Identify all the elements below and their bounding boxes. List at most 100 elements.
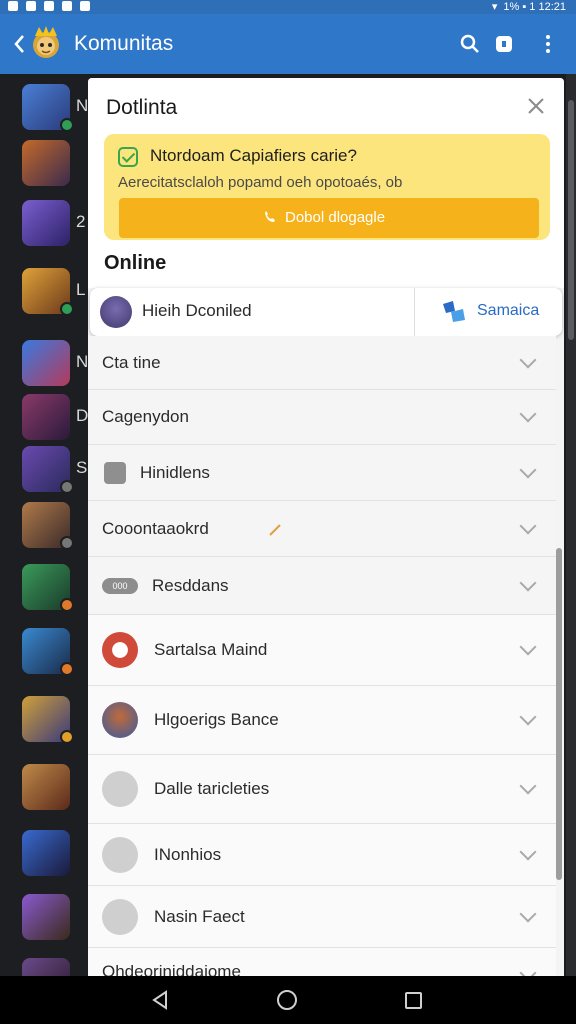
checkbox-icon [118, 147, 138, 167]
list-item[interactable]: Cooontaaokrd [88, 501, 556, 557]
status-notification-icons [8, 1, 90, 11]
panel-scrollbar-thumb[interactable] [556, 548, 562, 880]
badge [60, 598, 74, 612]
pencil-icon [269, 524, 281, 536]
status-bar: ▾ 1% ▪ 1 ⁣12:21 [0, 0, 576, 14]
page-title: Komunitas [74, 32, 174, 55]
nav-home-icon[interactable] [277, 990, 297, 1010]
status-text: 1% ▪ 1 ⁣12:21 [503, 0, 566, 13]
community-list: N 2 L N D S [0, 74, 90, 976]
chevron-down-icon [519, 964, 537, 976]
chevron-down-icon [519, 574, 537, 591]
list-item[interactable]: Cagenydon [88, 390, 556, 445]
chevron-down-icon [519, 777, 537, 795]
chevron-box-icon [104, 461, 126, 484]
panel-header: Dotlinta Ntordoam Capiafiers carie? Aere… [88, 78, 564, 288]
community-avatar[interactable] [22, 200, 70, 246]
back-arrow-icon[interactable] [12, 33, 26, 55]
chevron-down-icon [519, 405, 537, 423]
close-icon[interactable] [526, 96, 546, 116]
list-item-label: Hinidlens [140, 462, 210, 482]
notification-icon [44, 1, 54, 11]
chevron-down-icon [519, 351, 537, 368]
status-badge: 000 [102, 577, 138, 594]
online-user-action-button[interactable]: Samaica [414, 288, 562, 336]
list-item-label: Ohdeoriniddaiome [102, 962, 241, 976]
list-item-label: Dalle taricleties [154, 779, 270, 798]
community-avatar[interactable] [22, 894, 70, 940]
notification-icon [8, 1, 18, 11]
community-name-fragment: N [76, 352, 89, 371]
panel-title: Dotlinta [106, 96, 178, 119]
list-item[interactable]: 000 Resddans [88, 557, 556, 615]
promo-subtitle: Aerecitatsclaloh popamd oeh opotoaés, ob [118, 174, 403, 191]
default-avatar-icon [102, 836, 138, 873]
list-item[interactable]: Ohdeoriniddaiome [88, 948, 556, 976]
avatar [102, 702, 138, 738]
status-system-icons: ▾ 1% ▪ 1 ⁣12:21 [491, 0, 566, 14]
list-item[interactable]: Cta tine [88, 336, 556, 390]
avatar [100, 296, 132, 328]
promo-card: Ntordoam Capiafiers carie? Aerecitatscla… [104, 134, 550, 240]
badge [60, 480, 74, 494]
notification-box-icon[interactable] [492, 32, 516, 56]
nav-recents-icon[interactable] [405, 992, 422, 1009]
community-avatar[interactable] [22, 502, 74, 550]
community-avatar[interactable] [22, 696, 74, 744]
avatar [102, 632, 138, 668]
community-avatar[interactable] [22, 268, 74, 316]
community-name-fragment: 2 [76, 212, 86, 231]
more-options-icon[interactable] [536, 32, 560, 56]
list-item-label: Cooontaaokrd [102, 518, 209, 538]
community-name-fragment: N [76, 96, 89, 115]
promo-title: Ntordoam Capiafiers carie? [150, 146, 357, 165]
list-item-label: Cta tine [102, 352, 161, 372]
community-name-fragment: L [76, 280, 86, 299]
list-item-label: Hlgoerigs Bance [154, 710, 279, 729]
chevron-down-icon [519, 708, 537, 726]
online-user-row[interactable]: Hieih Dconiled Samaica [90, 288, 562, 336]
chevron-down-icon [519, 843, 537, 860]
nav-back-icon[interactable] [150, 990, 170, 1010]
badge [60, 536, 74, 550]
community-avatar[interactable] [22, 830, 70, 876]
community-avatar[interactable] [22, 764, 70, 810]
community-avatar[interactable] [22, 394, 70, 440]
community-avatar[interactable] [22, 564, 74, 612]
section-heading-online: Online [104, 252, 167, 274]
list-item-label: INonhios [154, 844, 222, 864]
badge [60, 662, 74, 676]
list-item-label: Resddans [152, 575, 229, 595]
promo-button-label: Dobol dlogagle [285, 209, 386, 226]
list-item[interactable]: Hlgoerigs Bance [88, 686, 556, 755]
search-icon[interactable] [458, 32, 482, 56]
list-item[interactable]: Nasin Faect [88, 886, 556, 948]
scrollbar-thumb[interactable] [568, 100, 574, 340]
community-avatar[interactable] [22, 84, 74, 132]
online-user-action-label: Samaica [477, 302, 540, 319]
chevron-down-icon [519, 638, 537, 656]
list-item[interactable]: Dalle taricleties [88, 755, 556, 824]
system-nav-bar [0, 976, 576, 1024]
community-avatar[interactable] [22, 446, 74, 494]
community-avatar[interactable] [22, 958, 70, 976]
community-name-fragment: S [76, 458, 88, 477]
share-icon [443, 301, 465, 322]
list-item[interactable]: Sartalsa Maind [88, 615, 556, 686]
list-item-label: Nasin Faect [154, 906, 245, 926]
community-avatar[interactable] [22, 140, 70, 186]
badge [60, 302, 74, 316]
default-avatar-icon [102, 771, 138, 807]
chevron-down-icon [519, 517, 537, 534]
phone-icon [265, 211, 275, 222]
promo-button[interactable]: Dobol dlogagle [119, 198, 539, 238]
list-item[interactable]: INonhios [88, 824, 556, 886]
default-avatar-icon [102, 898, 138, 935]
community-avatar[interactable] [22, 628, 74, 676]
community-name-fragment: D [76, 406, 89, 425]
chevron-down-icon [519, 905, 537, 922]
list-item[interactable]: Hinidlens [88, 445, 556, 501]
list-item-label: Cagenydon [102, 407, 189, 426]
wifi-icon: ▾ [491, 1, 498, 13]
community-avatar[interactable] [22, 340, 70, 386]
